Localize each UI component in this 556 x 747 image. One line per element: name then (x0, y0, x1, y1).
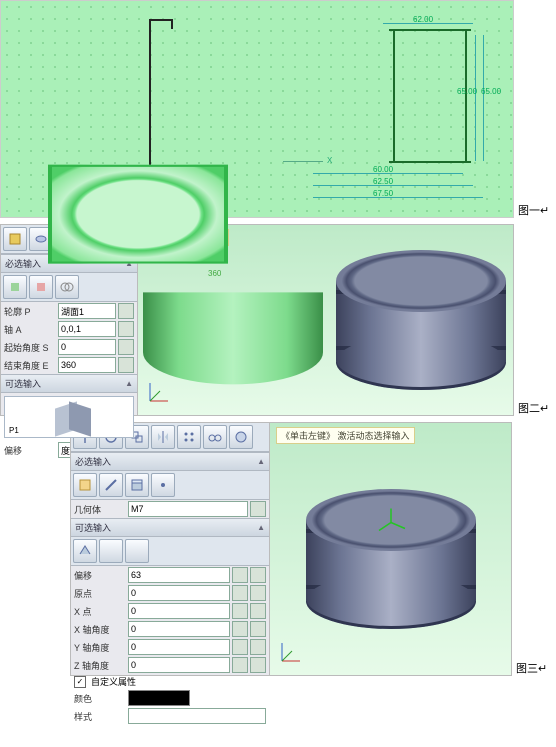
model-canvas-result[interactable] (328, 225, 513, 415)
edge-select-icon[interactable] (99, 473, 123, 497)
spinner-icon[interactable] (232, 567, 248, 583)
color-swatch[interactable] (128, 690, 190, 706)
intersect-icon[interactable] (55, 275, 79, 299)
ring-steel (336, 250, 506, 390)
custom-attr-checkbox-row[interactable]: ✓ 自定义属性 (71, 674, 269, 689)
checkbox-icon[interactable]: ✓ (74, 676, 86, 688)
direction-preview[interactable]: P1 (4, 396, 134, 438)
offset-label: 偏移 (4, 444, 56, 457)
sketch-right-group: 62.00 65.00 65.00 60.00 62.50 67.50 (283, 21, 483, 211)
extrude-icon[interactable] (3, 227, 27, 251)
p1-label: P1 (9, 426, 19, 435)
end-angle-input[interactable]: 360 (58, 357, 116, 373)
dim-v1: 65.00 (457, 87, 477, 96)
spinner-icon[interactable] (232, 603, 248, 619)
view-triad-icon (278, 637, 306, 667)
flip-icon[interactable] (250, 639, 266, 655)
dim-bot-3: 67.50 (373, 189, 393, 198)
style-label: 样式 (74, 710, 126, 723)
move-gizmo-icon[interactable] (373, 504, 409, 543)
pick-icon[interactable] (250, 501, 266, 517)
view-triad-icon (146, 377, 174, 407)
dim-v2: 65.00 (481, 87, 501, 96)
spinner-icon[interactable] (232, 585, 248, 601)
geometry-label: 几何体 (74, 503, 126, 516)
sphere-icon[interactable] (229, 425, 253, 449)
body-select-icon[interactable] (125, 473, 149, 497)
spinner-icon[interactable] (118, 339, 134, 355)
revolve-type-toolbar (1, 273, 137, 302)
dir-y-icon[interactable] (99, 539, 123, 563)
pattern-icon[interactable] (177, 425, 201, 449)
flip-icon[interactable] (250, 657, 266, 673)
dir-z-icon[interactable] (125, 539, 149, 563)
glasses-icon[interactable] (203, 425, 227, 449)
add-solid-icon[interactable] (3, 275, 27, 299)
z-rot-input[interactable]: 0 (128, 657, 230, 673)
pick-axis-icon[interactable] (118, 321, 134, 337)
move-copy-sidebar: 必选输入▲ 几何体M7 可选输入▲ 偏移63 原点0 (71, 423, 270, 675)
cross-section-label: 轮廓 P (4, 305, 56, 318)
profile-right (393, 31, 467, 161)
flip-icon[interactable] (250, 621, 266, 637)
pick-profile-icon[interactable] (118, 303, 134, 319)
cut-solid-icon[interactable] (29, 275, 53, 299)
chevron-up-icon: ▲ (257, 457, 265, 466)
dim-top-1: 62.00 (413, 15, 433, 24)
offset-label: 偏移 (74, 569, 126, 582)
x-rot-label: X 轴角度 (74, 623, 126, 636)
optional-input-header[interactable]: 可选输入▲ (71, 518, 269, 537)
end-angle-label: 结束角度 E (4, 359, 56, 372)
caption-fig2: 图二↵ (518, 400, 549, 416)
origin-label: 原点 (74, 587, 126, 600)
axis-label: 轴 A (4, 323, 56, 336)
cross-section-input[interactable]: 湖面1 (58, 303, 116, 319)
y-rot-label: Y 轴角度 (74, 641, 126, 654)
x-point-input[interactable]: 0 (128, 603, 230, 619)
x-axis-marker (283, 161, 323, 162)
chevron-up-icon: ▲ (257, 523, 265, 532)
model-canvas-preview[interactable]: 《单击中键》 旋转 360 (138, 225, 328, 415)
face-select-icon[interactable] (73, 473, 97, 497)
start-angle-label: 起始角度 S (4, 341, 56, 354)
color-label: 颜色 (74, 692, 126, 705)
style-input[interactable] (128, 708, 266, 724)
dim-bot-2: 62.50 (373, 177, 393, 186)
spinner-icon[interactable] (232, 657, 248, 673)
cube-glyph (49, 397, 89, 437)
y-rot-input[interactable]: 0 (128, 639, 230, 655)
optional-input-header[interactable]: 可选输入▲ (1, 374, 137, 393)
spinner-icon[interactable] (118, 357, 134, 373)
custom-attr-label: 自定义属性 (91, 675, 136, 688)
vertex-select-icon[interactable] (151, 473, 175, 497)
chevron-up-icon: ▲ (125, 379, 133, 388)
model-canvas-fig3[interactable]: 《单击左键》 激活动态选择输入 (270, 423, 511, 675)
start-angle-input[interactable]: 0 (58, 339, 116, 355)
dir-x-icon[interactable] (73, 539, 97, 563)
lmb-prompt: 《单击左键》 激活动态选择输入 (276, 427, 415, 444)
reverse-icon[interactable] (250, 567, 266, 583)
caption-fig1: 图一↵ (518, 202, 549, 218)
required-input-header[interactable]: 必选输入▲ (71, 452, 269, 471)
geometry-input[interactable]: M7 (128, 501, 248, 517)
spinner-icon[interactable] (232, 639, 248, 655)
pick-icon[interactable] (250, 603, 266, 619)
ring-top-green (48, 165, 228, 264)
offset-input[interactable]: 63 (128, 567, 230, 583)
direction-toolbar (71, 537, 269, 566)
geom-type-toolbar (71, 471, 269, 500)
z-rot-label: Z 轴角度 (74, 659, 126, 672)
angle-callout: 360 (208, 269, 221, 278)
dim-bot-1: 60.00 (373, 165, 393, 174)
axis-input[interactable]: 0,0,1 (58, 321, 116, 337)
caption-fig3: 图三↵ (516, 660, 547, 676)
pick-icon[interactable] (250, 585, 266, 601)
ring-body-green (143, 292, 323, 384)
spinner-icon[interactable] (232, 621, 248, 637)
x-rot-input[interactable]: 0 (128, 621, 230, 637)
origin-input[interactable]: 0 (128, 585, 230, 601)
mirror-icon[interactable] (151, 425, 175, 449)
x-point-label: X 点 (74, 605, 126, 618)
